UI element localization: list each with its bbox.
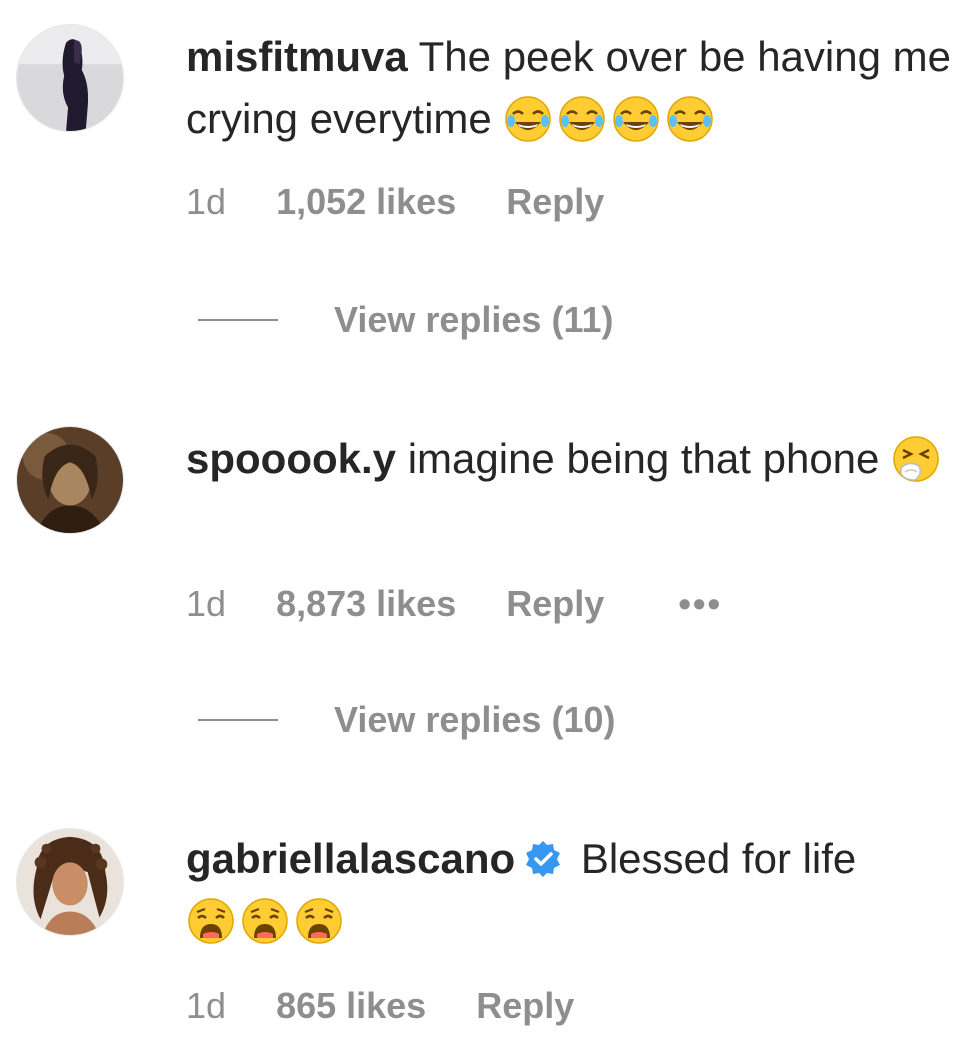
verified-badge-icon (523, 839, 563, 879)
reply-button[interactable]: Reply (506, 181, 604, 222)
face-with-tears-of-joy-icon (557, 94, 607, 144)
comment-username[interactable]: spooook.y (186, 435, 396, 482)
comment-username[interactable]: misfitmuva (186, 33, 408, 80)
face-with-tears-of-joy-icon (503, 94, 553, 144)
view-replies-label: View replies (10) (334, 699, 616, 740)
weary-face-icon (186, 896, 236, 946)
avatar[interactable] (16, 24, 124, 132)
comment-time: 1d (186, 181, 227, 222)
comment-likes[interactable]: 1,052 likes (276, 181, 456, 222)
reply-button[interactable]: Reply (476, 985, 574, 1026)
comment-username[interactable]: gabriellalascano (186, 835, 515, 882)
comment-time: 1d (186, 985, 227, 1026)
avatar[interactable] (16, 828, 124, 936)
view-replies-label: View replies (11) (334, 299, 614, 340)
comment-time: 1d (186, 583, 227, 624)
weary-face-icon (294, 896, 344, 946)
divider (198, 719, 278, 721)
sneezing-face-icon (891, 434, 941, 484)
view-replies-button[interactable]: View replies (10) (198, 698, 615, 742)
weary-face-icon (240, 896, 290, 946)
divider (198, 319, 278, 321)
more-options-icon[interactable]: ••• (678, 582, 722, 626)
comment-likes[interactable]: 8,873 likes (276, 583, 456, 624)
face-with-tears-of-joy-icon (665, 94, 715, 144)
comment-text: Blessed for life (580, 835, 857, 882)
face-with-tears-of-joy-icon (611, 94, 661, 144)
comment-text: imagine being that phone (407, 435, 880, 482)
view-replies-button[interactable]: View replies (11) (198, 298, 614, 342)
avatar[interactable] (16, 426, 124, 534)
reply-button[interactable]: Reply (506, 583, 604, 624)
comment-likes[interactable]: 865 likes (276, 985, 426, 1026)
